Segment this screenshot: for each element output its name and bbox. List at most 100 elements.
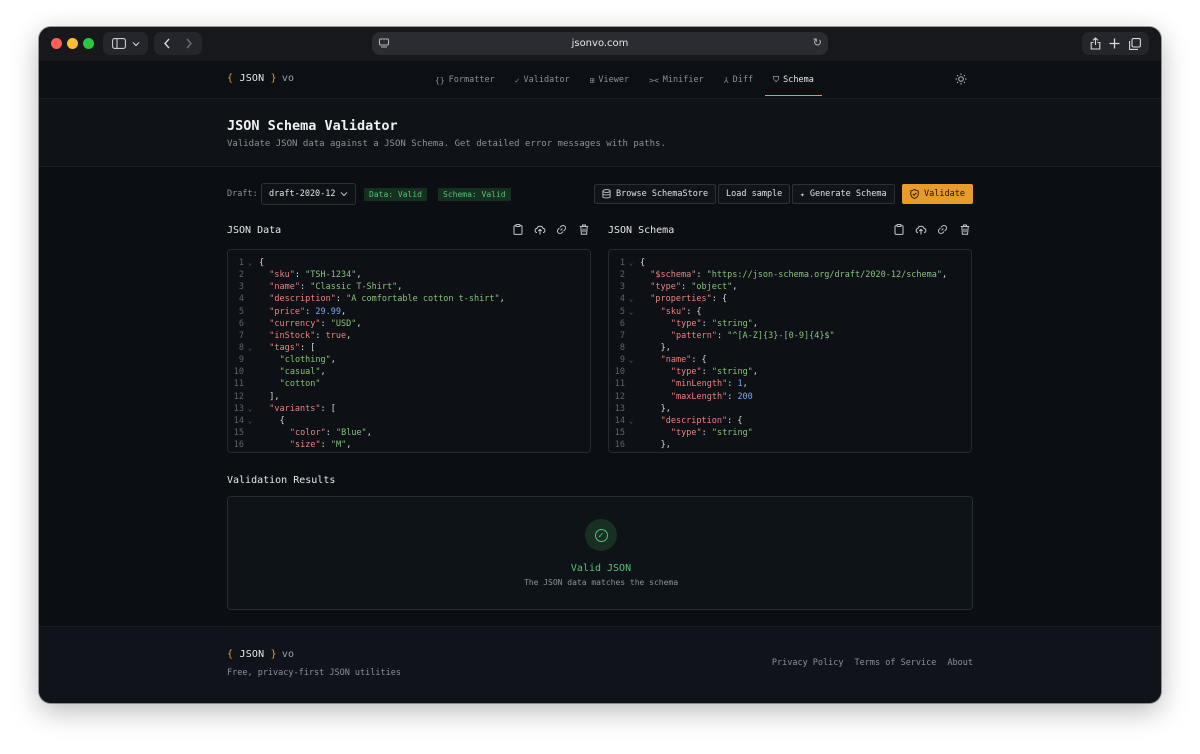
code-token: { xyxy=(640,258,646,268)
fold-chevron-icon[interactable]: ⌄ xyxy=(244,257,256,269)
upload-icon[interactable] xyxy=(914,224,927,238)
code-token: , xyxy=(330,355,336,366)
code-token: "Classic T-Shirt" xyxy=(310,282,398,293)
fold-chevron-icon[interactable]: ⌄ xyxy=(625,257,637,269)
nav-label: Validator xyxy=(523,75,570,85)
code-token: , xyxy=(742,379,748,390)
json-data-editor[interactable]: 1 ⌄{2 "sku": "TSH-1234", 3 "name": "Classic … xyxy=(227,249,591,453)
clipboard-icon[interactable] xyxy=(511,224,524,238)
chevron-right-icon[interactable] xyxy=(185,38,193,49)
code-token: "name" xyxy=(269,282,301,293)
code-text: "pattern": "^[A-Z]{3}-[0-9]{4}$" xyxy=(671,331,835,341)
browser-toolbar: jsonvo.com ↻ xyxy=(39,27,1161,61)
line-number: 11 xyxy=(614,379,625,390)
fold-chevron-icon[interactable]: ⌄ xyxy=(625,293,637,305)
address-bar[interactable]: jsonvo.com ↻ xyxy=(372,32,828,55)
nav-diff[interactable]: ⅄ Diff xyxy=(714,61,763,99)
line-number: 2 xyxy=(619,270,625,281)
code-text: "minLength": 1, xyxy=(671,379,748,389)
line-number: 5 xyxy=(238,306,244,317)
line-number: 6 xyxy=(619,318,625,329)
code-token: : xyxy=(300,282,311,293)
fold-chevron-icon[interactable]: ⌄ xyxy=(244,415,256,427)
upload-icon[interactable] xyxy=(533,224,546,238)
code-token: : xyxy=(701,427,712,438)
sidebar-toggle-button[interactable] xyxy=(103,32,148,55)
nav-minifier[interactable]: >< Minifier xyxy=(639,61,714,99)
nav-label: Minifier xyxy=(662,75,704,85)
page-settings-icon[interactable] xyxy=(378,37,390,49)
code-token: "type" xyxy=(670,427,702,438)
nav-schema[interactable]: ⛉ Schema xyxy=(763,61,824,99)
logo-brace-close: } xyxy=(270,649,277,660)
validate-button[interactable]: Validate xyxy=(902,184,973,204)
draft-label: Draft: xyxy=(227,189,258,199)
code-token: : xyxy=(335,294,347,305)
page-hero: JSON Schema Validator Validate JSON data… xyxy=(39,99,1161,167)
link-icon[interactable] xyxy=(555,224,568,238)
fold-chevron-icon[interactable]: ⌄ xyxy=(244,342,256,354)
validation-results-title: Validation Results xyxy=(227,475,336,486)
theme-toggle-button[interactable] xyxy=(955,73,967,88)
line-number: 15 xyxy=(233,427,244,438)
code-token: : xyxy=(320,440,331,451)
link-icon[interactable] xyxy=(936,224,949,238)
code-text: }, xyxy=(661,440,671,450)
tabs-icon[interactable] xyxy=(1128,37,1141,50)
about-link[interactable]: About xyxy=(947,658,973,668)
nav-formatter[interactable]: {} Formatter xyxy=(425,61,505,99)
browse-schemastore-button[interactable]: Browse SchemaStore xyxy=(594,184,717,204)
plus-icon[interactable] xyxy=(1109,38,1120,49)
code-token: "type" xyxy=(650,282,682,293)
json-schema-editor[interactable]: 1 ⌄{2 "$schema": "https://json-schema.org/… xyxy=(608,249,972,453)
code-line: 12], xyxy=(228,391,590,403)
url-text: jsonvo.com xyxy=(571,38,629,49)
footer-logo[interactable]: { JSON } vo xyxy=(227,649,294,660)
shield-icon: ⛉ xyxy=(773,75,780,84)
trash-icon[interactable] xyxy=(958,224,971,238)
code-token: : xyxy=(716,330,728,341)
code-line: 7 "inStock": true, xyxy=(228,330,590,342)
reload-icon[interactable]: ↻ xyxy=(813,36,822,49)
code-line: 13 ⌄ "variants": [ xyxy=(228,403,590,415)
page-subtitle: Validate JSON data against a JSON Schema… xyxy=(227,139,666,149)
code-token: "name" xyxy=(660,355,692,366)
close-window-button[interactable] xyxy=(51,38,62,49)
minimize-window-button[interactable] xyxy=(67,38,78,49)
json-schema-title: JSON Schema xyxy=(608,225,675,236)
line-number: 13 xyxy=(614,403,625,414)
code-token: "string" xyxy=(711,367,753,378)
code-token: : { xyxy=(711,294,728,305)
trash-icon[interactable] xyxy=(577,224,590,238)
share-icon[interactable] xyxy=(1090,37,1101,50)
nav-label: Formatter xyxy=(448,75,495,85)
code-text: }, xyxy=(661,343,671,353)
generate-schema-button[interactable]: ✦ Generate Schema xyxy=(792,184,895,204)
code-token: }, xyxy=(660,440,671,451)
site-header: { JSON } vo {} Formatter ✓ Validator ⊞ Viewe… xyxy=(39,61,1161,99)
site-logo[interactable]: { JSON } vo xyxy=(227,73,294,84)
page-title: JSON Schema Validator xyxy=(227,118,398,134)
code-line: 16}, xyxy=(609,439,971,451)
code-token: : xyxy=(701,367,712,378)
code-text: "type": "string" xyxy=(671,428,753,438)
nav-viewer[interactable]: ⊞ Viewer xyxy=(580,61,640,99)
fold-chevron-icon[interactable]: ⌄ xyxy=(244,403,256,415)
fold-chevron-icon[interactable]: ⌄ xyxy=(625,415,637,427)
maximize-window-button[interactable] xyxy=(83,38,94,49)
check-icon: ✓ xyxy=(514,75,520,85)
terms-of-service-link[interactable]: Terms of Service xyxy=(855,658,937,668)
nav-validator[interactable]: ✓ Validator xyxy=(505,61,580,99)
draft-select[interactable]: draft-2020-12 xyxy=(261,183,356,205)
chevron-left-icon[interactable] xyxy=(163,38,171,49)
clipboard-icon[interactable] xyxy=(892,224,905,238)
fold-chevron-icon[interactable]: ⌄ xyxy=(625,354,637,366)
code-token: "minLength" xyxy=(670,379,728,390)
code-token: "clothing" xyxy=(279,355,331,366)
privacy-policy-link[interactable]: Privacy Policy xyxy=(772,658,844,668)
load-sample-button[interactable]: Load sample xyxy=(718,184,791,204)
line-number: 1 xyxy=(619,258,625,268)
fold-chevron-icon[interactable]: ⌄ xyxy=(625,306,637,318)
line-number: 13 xyxy=(233,403,244,414)
code-token: , xyxy=(499,294,505,305)
